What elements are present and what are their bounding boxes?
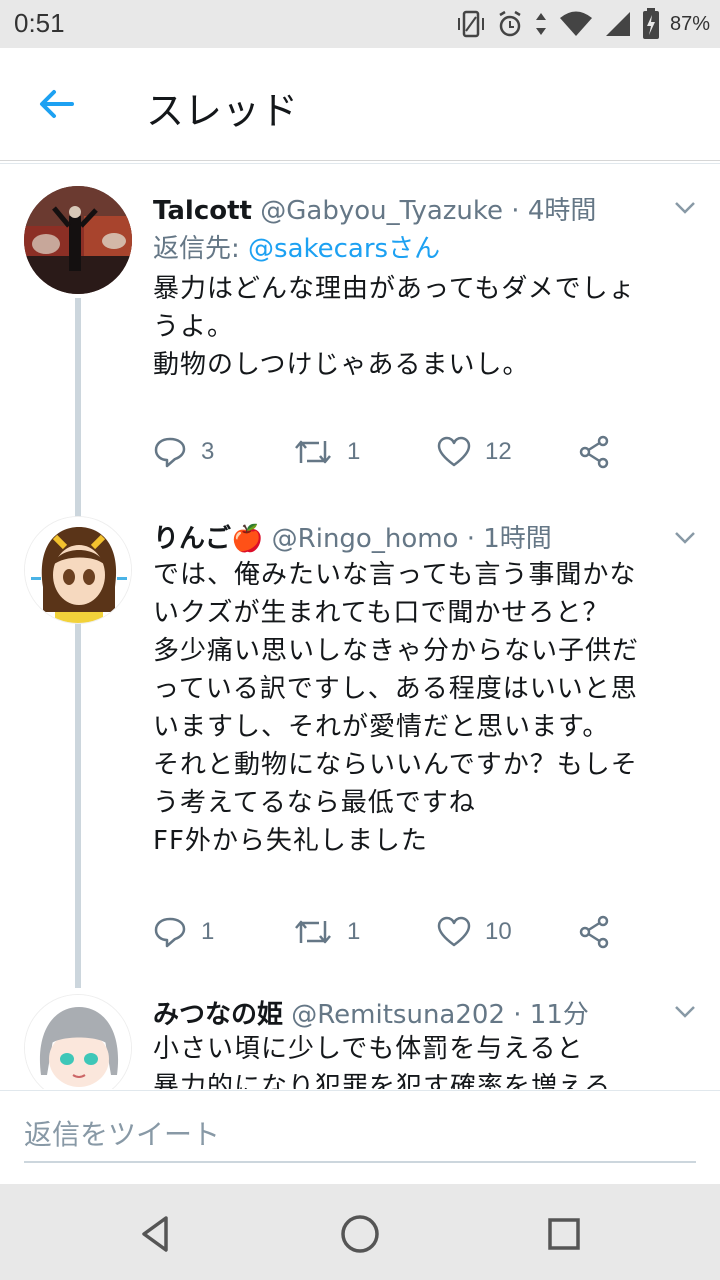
like-count: 10 [485, 918, 512, 945]
reply-icon [154, 437, 186, 468]
status-icons: 87% [456, 6, 710, 42]
apple-emoji-icon: 🍎 [231, 524, 264, 554]
wifi-icon [559, 11, 592, 36]
chevron-down-icon[interactable] [672, 194, 698, 220]
reply-count: 1 [201, 918, 215, 945]
alarm-icon [499, 10, 521, 37]
nav-back-button[interactable] [130, 1208, 182, 1260]
tweet-text: 小さい頃に少しでも体罰を与えると 暴力的になり犯罪を犯す確率を増える [153, 1034, 612, 1089]
reply-count: 3 [201, 438, 215, 465]
recents-square-icon [548, 1218, 580, 1250]
retweet-count: 1 [347, 438, 361, 465]
vibrate-icon [457, 10, 484, 38]
tweet-header: みつなの姫 @Remitsuna202 · 11分 [153, 994, 589, 1031]
nav-home-button[interactable] [334, 1208, 386, 1260]
tweet-text: 暴力はどんな理由があってもダメでしょ うよ。 動物のしつけじゃあるまいし。 [153, 274, 636, 380]
tweet-actions: 3 1 12 [153, 432, 673, 472]
tweet-text: では、俺みたいな言っても言う事聞かな いクズが生まれても口で聞かせろと？ 多少痛… [153, 560, 640, 856]
back-triangle-icon [142, 1216, 168, 1252]
like-count: 12 [485, 438, 512, 465]
display-name[interactable]: りんご [153, 524, 231, 554]
heart-icon [437, 916, 471, 947]
battery-percent: 87% [669, 12, 710, 35]
status-bar: 0:51 87% [0, 0, 720, 48]
reply-icon [154, 917, 186, 948]
tweet-3[interactable]: みつなの姫 @Remitsuna202 · 11分 小さい頃に少しでも体罰を与え… [0, 994, 720, 1089]
tweet-header: りんご🍎 @Ringo_homo · 1時間 [153, 518, 552, 555]
tweet-2[interactable]: りんご🍎 @Ringo_homo · 1時間 では、俺みたいな言っても言う事聞か… [0, 516, 720, 976]
nav-recents-button[interactable] [538, 1208, 590, 1260]
page-title: スレッド [146, 89, 299, 133]
reply-input[interactable]: 返信をツイート [24, 1111, 696, 1163]
back-button[interactable] [30, 78, 82, 130]
separator: · [511, 196, 520, 226]
retweet-icon [295, 920, 331, 944]
chevron-down-icon[interactable] [672, 524, 698, 550]
tweet-1[interactable]: Talcott @Gabyou_Tyazuke · 4時間 返信先: @sake… [0, 186, 720, 486]
reply-button[interactable]: 3 [153, 432, 214, 472]
user-handle[interactable]: @Remitsuna202 [291, 1000, 505, 1030]
data-arrows-icon [535, 13, 546, 35]
tweet-time: 4時間 [527, 196, 597, 226]
status-time: 0:51 [14, 8, 65, 38]
separator: · [513, 1000, 522, 1030]
heart-icon [437, 436, 471, 467]
reply-composer: 返信をツイート [0, 1090, 720, 1185]
share-icon [579, 915, 609, 949]
share-icon [579, 435, 609, 469]
like-button[interactable]: 10 [437, 912, 512, 952]
reply-to-link[interactable]: @sakecarsさん [248, 234, 440, 264]
share-button[interactable] [577, 432, 611, 472]
chevron-down-icon[interactable] [672, 998, 698, 1024]
user-handle[interactable]: @Ringo_homo [272, 524, 459, 554]
retweet-icon [295, 440, 331, 464]
reply-to-prefix: 返信先: [153, 234, 249, 264]
display-name[interactable]: Talcott [153, 196, 252, 226]
tweet-time: 11分 [529, 1000, 589, 1030]
like-button[interactable]: 12 [437, 432, 512, 472]
avatar[interactable] [24, 186, 132, 294]
avatar[interactable] [24, 516, 132, 624]
separator: · [466, 524, 475, 554]
retweet-count: 1 [347, 918, 361, 945]
thread-feed[interactable]: Talcott @Gabyou_Tyazuke · 4時間 返信先: @sake… [0, 164, 720, 1089]
app-bar: スレッド [0, 48, 720, 161]
system-nav-bar [0, 1184, 720, 1280]
tweet-time: 1時間 [483, 524, 552, 554]
tweet-actions: 1 1 10 [153, 912, 673, 952]
retweet-button[interactable]: 1 [293, 432, 360, 472]
reply-to: 返信先: @sakecarsさん [153, 228, 440, 265]
battery-charging-icon [642, 8, 659, 39]
tweet-header: Talcott @Gabyou_Tyazuke · 4時間 [153, 190, 596, 227]
arrow-left-icon [40, 90, 74, 118]
user-handle[interactable]: @Gabyou_Tyazuke [260, 196, 503, 226]
home-circle-icon [341, 1215, 379, 1253]
reply-button[interactable]: 1 [153, 912, 214, 952]
share-button[interactable] [577, 912, 611, 952]
retweet-button[interactable]: 1 [293, 912, 360, 952]
display-name[interactable]: みつなの姫 [153, 1000, 283, 1030]
signal-icon [605, 12, 630, 36]
avatar[interactable] [24, 994, 132, 1089]
